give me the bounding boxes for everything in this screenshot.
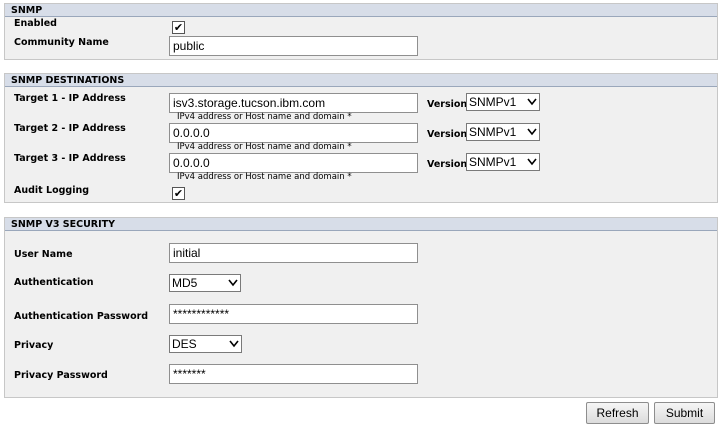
authentication-password-label: Authentication Password [14,311,149,322]
snmp-panel: SNMP Enabled ✔ Community Name public [4,3,718,60]
target-3-hint: IPv4 address or Host name and domain * [177,172,352,182]
community-name-input[interactable]: public [169,36,418,56]
target-3-input[interactable]: 0.0.0.0 [169,153,418,173]
user-name-input[interactable]: initial [169,243,418,263]
target-2-hint: IPv4 address or Host name and domain * [177,142,352,152]
submit-button[interactable]: Submit [654,402,715,424]
privacy-select[interactable]: DES [169,335,242,353]
authentication-password-input[interactable]: ************ [169,304,418,324]
privacy-label: Privacy [14,340,54,351]
audit-logging-checkbox[interactable]: ✔ [172,187,185,200]
target-3-label: Target 3 - IP Address [14,153,126,164]
target-2-label: Target 2 - IP Address [14,123,126,134]
authentication-select[interactable]: MD5 [169,274,241,292]
check-icon: ✔ [173,21,184,34]
authentication-value: MD5 [172,276,198,290]
privacy-password-input[interactable]: ******* [169,364,418,384]
chevron-down-icon [228,279,238,287]
target-1-version-value: SNMPv1 [469,95,517,109]
enabled-checkbox[interactable]: ✔ [172,21,185,34]
snmp-destinations-panel: SNMP DESTINATIONS Target 1 - IP Address … [4,73,718,203]
target-1-input[interactable]: isv3.storage.tucson.ibm.com [169,93,418,113]
user-name-label: User Name [14,249,73,260]
privacy-password-label: Privacy Password [14,370,108,381]
check-icon: ✔ [173,187,184,200]
target-1-label: Target 1 - IP Address [14,93,126,104]
audit-logging-label: Audit Logging [14,185,90,196]
snmp-v3-security-title: SNMP V3 SECURITY [5,218,717,231]
community-name-label: Community Name [14,37,109,48]
target-2-version-value: SNMPv1 [469,125,517,139]
chevron-down-icon [527,128,537,136]
chevron-down-icon [527,98,537,106]
privacy-value: DES [172,337,197,351]
chevron-down-icon [527,158,537,166]
target-3-version-value: SNMPv1 [469,155,517,169]
snmp-panel-title: SNMP [5,4,717,17]
authentication-label: Authentication [14,277,94,288]
snmp-v3-security-panel: SNMP V3 SECURITY User Name initial Authe… [4,217,718,398]
enabled-label: Enabled [14,18,57,29]
target-2-input[interactable]: 0.0.0.0 [169,123,418,143]
target-1-version-label: Version [427,99,468,110]
chevron-down-icon [229,340,239,348]
target-2-version-select[interactable]: SNMPv1 [466,123,540,141]
target-3-version-label: Version [427,159,468,170]
target-1-hint: IPv4 address or Host name and domain * [177,112,352,122]
target-2-version-label: Version [427,129,468,140]
refresh-button[interactable]: Refresh [586,402,649,424]
snmp-destinations-title: SNMP DESTINATIONS [5,74,717,87]
target-1-version-select[interactable]: SNMPv1 [466,93,540,111]
target-3-version-select[interactable]: SNMPv1 [466,153,540,171]
